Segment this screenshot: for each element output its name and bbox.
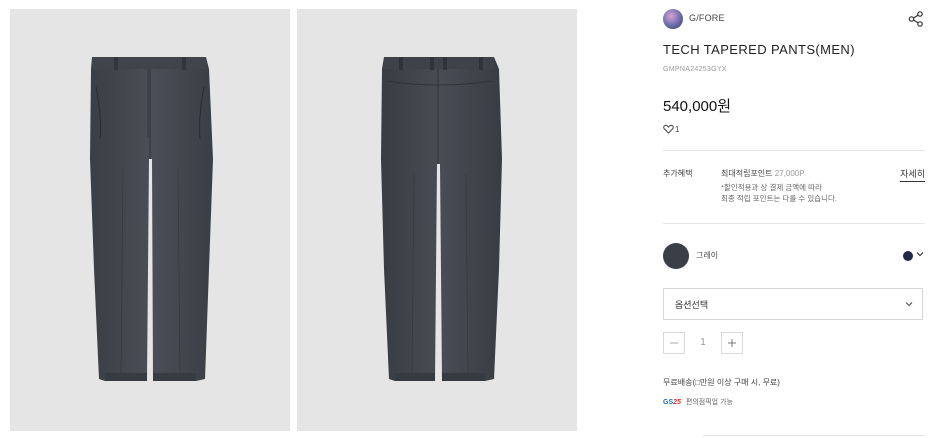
pants-back-image[interactable] <box>297 9 577 431</box>
benefit-label: 추가혜택 <box>663 169 693 178</box>
benefit-points: 최대적립포인트 27,000P <box>721 168 805 179</box>
heart-icon <box>663 124 674 134</box>
quantity-input[interactable] <box>685 337 721 348</box>
like-count: 1 <box>675 124 680 134</box>
benefit-detail-link[interactable]: 자세히 <box>900 167 925 182</box>
divider <box>663 223 925 224</box>
pickup-text: 편의점픽업 가능 <box>685 399 733 406</box>
color-dropdown[interactable] <box>901 250 925 262</box>
share-icon[interactable] <box>907 10 925 28</box>
shipping-info: 무료배송(□만원 이상 구매 시, 무료) <box>663 378 780 387</box>
chevron-down-icon <box>916 252 924 257</box>
divider <box>663 150 925 151</box>
brand-logo[interactable] <box>663 9 683 29</box>
quantity-increase-button[interactable] <box>721 332 743 354</box>
like-button[interactable]: 1 <box>663 124 679 136</box>
product-price: 540,000원 <box>663 98 732 115</box>
divider <box>703 435 925 436</box>
points-value: 27,000P <box>774 169 805 178</box>
option-select[interactable]: 옵션선택 <box>663 288 923 320</box>
product-title: TECH TAPERED PANTS(MEN) <box>663 42 855 57</box>
chevron-down-icon <box>905 302 913 307</box>
quantity-decrease-button[interactable] <box>663 332 685 354</box>
color-name: 그레이 <box>696 251 719 260</box>
benefit-note: *할인적용과 상 결제 금액에 따라 최종 적립 포인트는 다를 수 있습니다. <box>721 182 837 204</box>
points-label: 최대적립포인트 <box>721 169 773 178</box>
product-info-panel: G/FORE TECH TAPERED PANTS(MEN) GMPNA2425… <box>663 0 925 438</box>
selected-color-dot <box>903 251 913 261</box>
minus-icon <box>670 342 678 344</box>
benefit-note-line-2: 최종 적립 포인트는 다를 수 있습니다. <box>721 194 838 203</box>
brand-row: G/FORE <box>663 9 925 29</box>
pickup-info: GS25 편의점픽업 가능 <box>663 397 733 407</box>
option-select-label: 옵션선택 <box>675 300 709 310</box>
pants-front-image[interactable] <box>10 9 290 431</box>
color-swatch[interactable] <box>663 243 689 269</box>
product-code: GMPNA24253GYX <box>663 66 727 73</box>
brand-name[interactable]: G/FORE <box>689 13 725 23</box>
plus-icon <box>728 339 736 347</box>
benefit-note-line-1: *할인적용과 상 결제 금액에 따라 <box>721 183 822 192</box>
gs25-logo: GS25 <box>663 399 681 406</box>
